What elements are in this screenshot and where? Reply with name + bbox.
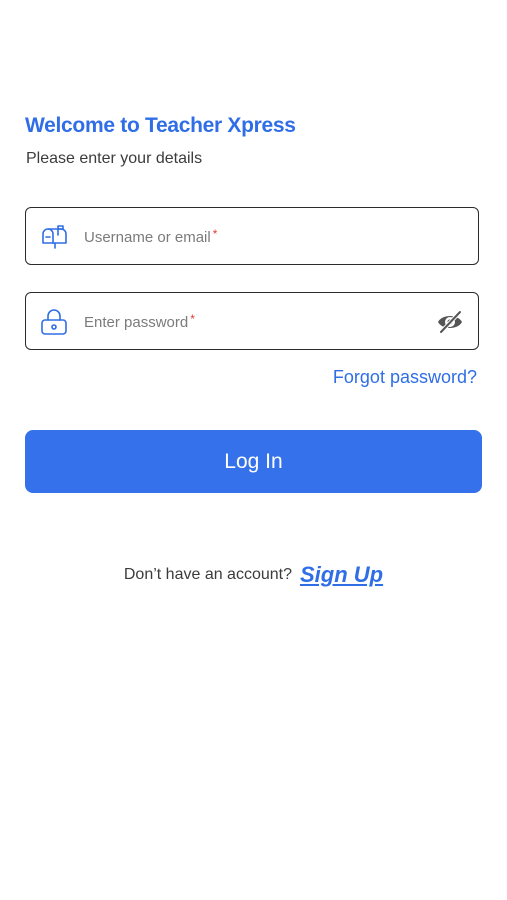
eye-off-icon[interactable] [436,308,464,336]
login-screen: Welcome to Teacher Xpress Please enter y… [0,0,507,900]
required-mark: * [190,312,195,326]
signup-link[interactable]: Sign Up [300,562,383,587]
page-subtitle: Please enter your details [26,150,203,167]
password-placeholder[interactable]: Enter password * [84,312,195,331]
signup-prompt: Don’t have an account? [123,566,292,583]
lock-icon [40,308,68,336]
password-field[interactable]: Enter password * [25,292,479,350]
mailbox-icon [40,223,68,251]
username-field[interactable]: Username or email * [25,207,479,265]
login-button[interactable]: Log In [25,430,482,493]
forgot-password-link[interactable]: Forgot password? [333,367,477,388]
username-placeholder-text: Username or email [84,229,211,246]
username-placeholder[interactable]: Username or email * [84,227,217,246]
signup-row: Don’t have an account? Sign Up [0,562,507,588]
required-mark: * [212,227,218,241]
password-placeholder-text: Enter password [84,314,189,331]
page-title: Welcome to Teacher Xpress [25,114,296,137]
